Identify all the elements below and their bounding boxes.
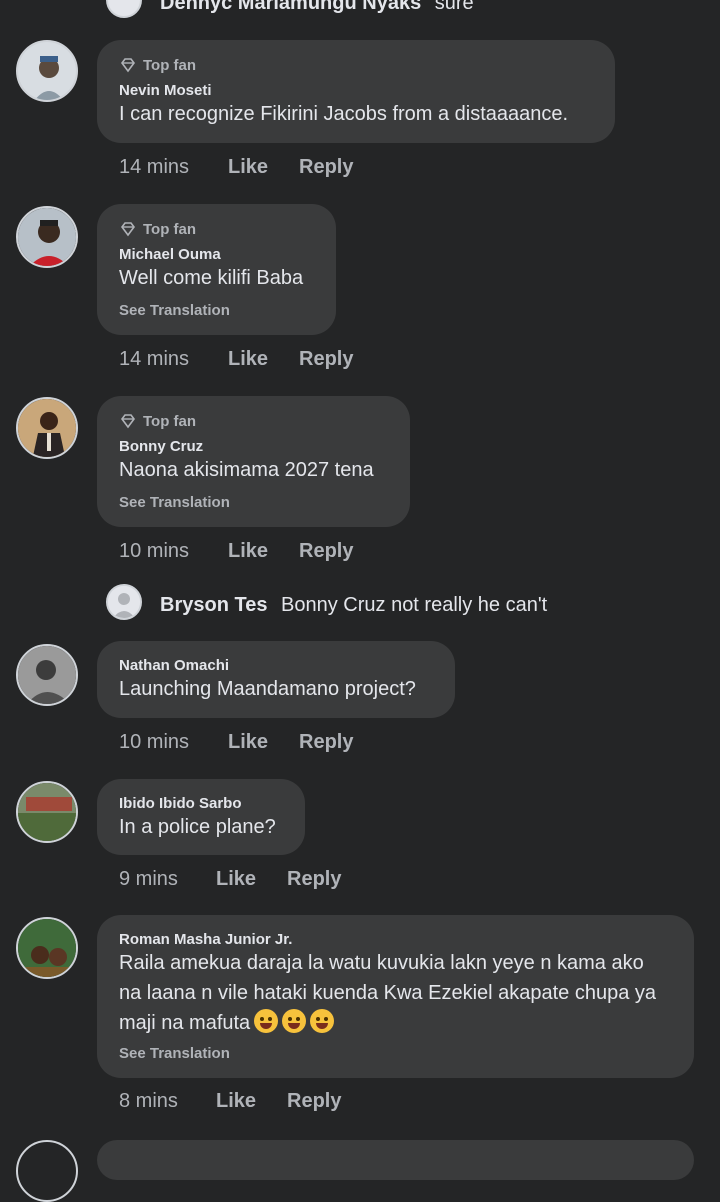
crying-cat-emoji [310, 1009, 335, 1033]
reply-button[interactable]: Reply [299, 348, 353, 371]
comment-time: 8 mins [119, 1090, 178, 1112]
comment-text: Naona akisimama 2027 tena [119, 459, 374, 481]
reply-button[interactable]: Reply [299, 540, 353, 563]
reply-button[interactable]: Reply [287, 1090, 341, 1113]
comment-bubble: Ibido Ibido Sarbo In a police plane? [97, 779, 305, 855]
avatar[interactable] [16, 917, 78, 979]
top-fan-badge: Top fan [119, 56, 196, 74]
comment-text-line: na laana n vile hataki kuenda Kwa Ezekie… [119, 982, 657, 1004]
comment-time: 9 mins [119, 868, 178, 890]
see-translation-link[interactable]: See Translation [119, 494, 230, 511]
reply-author[interactable]: Dennyc Mariamungu Nyaks [160, 0, 421, 14]
comment-time: 14 mins [119, 348, 190, 370]
comment-bubble [97, 1140, 694, 1180]
avatar[interactable] [16, 206, 78, 268]
crying-cat-emoji [254, 1009, 279, 1033]
comment-text: I can recognize Fikirini Jacobs from a d… [119, 103, 569, 125]
like-button[interactable]: Like [228, 156, 268, 179]
avatar[interactable] [16, 644, 78, 706]
diamond-icon [121, 58, 135, 73]
like-button[interactable]: Like [216, 868, 256, 891]
comment-author[interactable]: Nathan Omachi [119, 657, 229, 674]
crying-cat-emoji [282, 1009, 307, 1033]
top-fan-badge: Top fan [119, 412, 196, 430]
comment-author[interactable]: Michael Ouma [119, 246, 221, 263]
reply-author[interactable]: Bryson Tes [160, 594, 267, 616]
comment-bubble: Nathan Omachi Launching Maandamano proje… [97, 641, 455, 718]
see-translation-link[interactable]: See Translation [119, 1045, 230, 1062]
comment-bubble: Roman Masha Junior Jr. Raila amekua dara… [97, 915, 694, 1078]
comment-text: Well come kilifi Baba [119, 267, 304, 289]
comment-time: 14 mins [119, 156, 190, 178]
comment-author[interactable]: Roman Masha Junior Jr. [119, 931, 292, 948]
comment-text-line-with-emoji: maji na mafuta [119, 1009, 335, 1038]
reply-button[interactable]: Reply [299, 156, 353, 179]
comment-bubble: Top fan Michael Ouma Well come kilifi Ba… [97, 204, 336, 335]
badge-label: Top fan [143, 412, 197, 430]
avatar[interactable] [16, 397, 78, 459]
comment-author[interactable]: Bonny Cruz [119, 438, 203, 455]
comment-text-line: Raila amekua daraja la watu kuvukia lakn… [119, 952, 644, 974]
badge-label: Top fan [143, 56, 197, 74]
badge-label: Top fan [143, 220, 197, 238]
avatar[interactable] [16, 1140, 78, 1202]
comment-author[interactable]: Nevin Moseti [119, 82, 212, 99]
diamond-icon [121, 414, 135, 429]
comment-text-line: maji na mafuta [119, 1012, 251, 1034]
reply-text: sure [434, 0, 474, 14]
nested-reply: Bryson Tes Bonny Cruz not really he can'… [160, 594, 547, 617]
reply-text: Bonny Cruz not really he can't [281, 594, 548, 616]
avatar[interactable] [106, 0, 142, 18]
see-translation-link[interactable]: See Translation [119, 302, 230, 319]
avatar[interactable] [106, 584, 142, 620]
comment-text: Launching Maandamano project? [119, 678, 416, 700]
comment-author[interactable]: Ibido Ibido Sarbo [119, 795, 242, 812]
avatar[interactable] [16, 781, 78, 843]
comment-bubble: Top fan Bonny Cruz Naona akisimama 2027 … [97, 396, 410, 527]
reply-button[interactable]: Reply [287, 868, 341, 891]
top-reply: Dennyc Mariamungu Nyaks sure [160, 0, 474, 15]
top-fan-badge: Top fan [119, 220, 196, 238]
like-button[interactable]: Like [228, 731, 268, 754]
comment-time: 10 mins [119, 731, 190, 753]
reply-button[interactable]: Reply [299, 731, 353, 754]
comment-bubble: Top fan Nevin Moseti I can recognize Fik… [97, 40, 615, 143]
comment-text: In a police plane? [119, 816, 276, 838]
diamond-icon [121, 222, 135, 237]
like-button[interactable]: Like [228, 540, 268, 563]
comment-time: 10 mins [119, 540, 190, 562]
like-button[interactable]: Like [228, 348, 268, 371]
like-button[interactable]: Like [216, 1090, 256, 1113]
avatar[interactable] [16, 40, 78, 102]
